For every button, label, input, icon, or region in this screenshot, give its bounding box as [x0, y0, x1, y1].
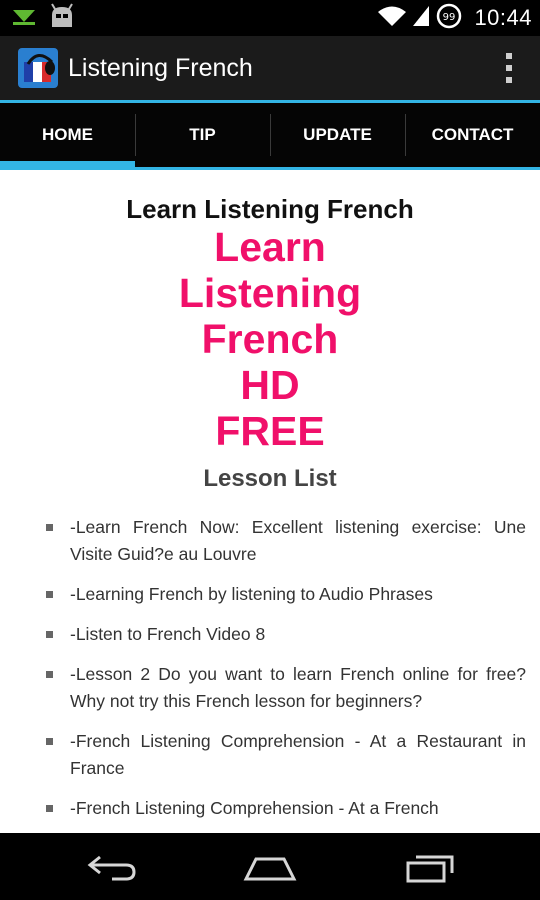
android-robot-icon: [48, 2, 76, 34]
promo-title-line: French: [201, 316, 339, 362]
promo-title-line: Learn: [214, 224, 326, 270]
lesson-item[interactable]: -Learning French by listening to Audio P…: [46, 581, 526, 608]
wifi-icon: [378, 5, 407, 32]
tab-home[interactable]: HOME: [0, 103, 135, 167]
french-flag-headphones-icon[interactable]: [18, 48, 58, 88]
tab-tip[interactable]: TIP: [135, 103, 270, 167]
app-title: Listening French: [68, 54, 253, 82]
tab-bar: HOME TIP UPDATE CONTACT: [0, 103, 540, 170]
promo-title-line: HD: [240, 362, 300, 408]
home-icon[interactable]: [238, 847, 302, 887]
tab-update[interactable]: UPDATE: [270, 103, 405, 167]
download-notification-icon: [10, 6, 38, 31]
recent-apps-icon[interactable]: [402, 847, 462, 887]
cell-signal-icon: [412, 5, 430, 32]
lesson-item[interactable]: -Lesson 2 Do you want to learn French on…: [46, 661, 526, 715]
clock: 10:44: [474, 5, 532, 30]
lesson-list-heading: Lesson List: [203, 465, 337, 492]
lesson-list: -Learn French Now: Excellent listening e…: [0, 514, 540, 822]
battery-icon: 99: [436, 3, 462, 34]
promo-title-line: Listening: [178, 270, 362, 316]
lesson-item[interactable]: -French Listening Comprehension - At a R…: [46, 728, 526, 782]
lesson-item[interactable]: -Listen to French Video 8: [46, 621, 526, 648]
lesson-item[interactable]: -French Listening Comprehension - At a F…: [46, 795, 526, 822]
battery-level-text: 99: [443, 12, 456, 23]
promo-title: Learn Listening French HD FREE: [150, 224, 390, 454]
promo-title-line: FREE: [215, 408, 325, 454]
navigation-bar: [0, 833, 540, 900]
action-bar: Listening French: [0, 36, 540, 103]
back-icon[interactable]: [82, 847, 142, 887]
page-headline: Learn Listening French: [126, 194, 414, 224]
lesson-item[interactable]: -Learn French Now: Excellent listening e…: [46, 514, 526, 568]
home-content[interactable]: Learn Listening French Learn Listening F…: [0, 170, 540, 833]
overflow-menu-icon[interactable]: [504, 53, 514, 83]
status-bar: 99 10:44: [0, 0, 540, 36]
tab-contact[interactable]: CONTACT: [405, 103, 540, 167]
